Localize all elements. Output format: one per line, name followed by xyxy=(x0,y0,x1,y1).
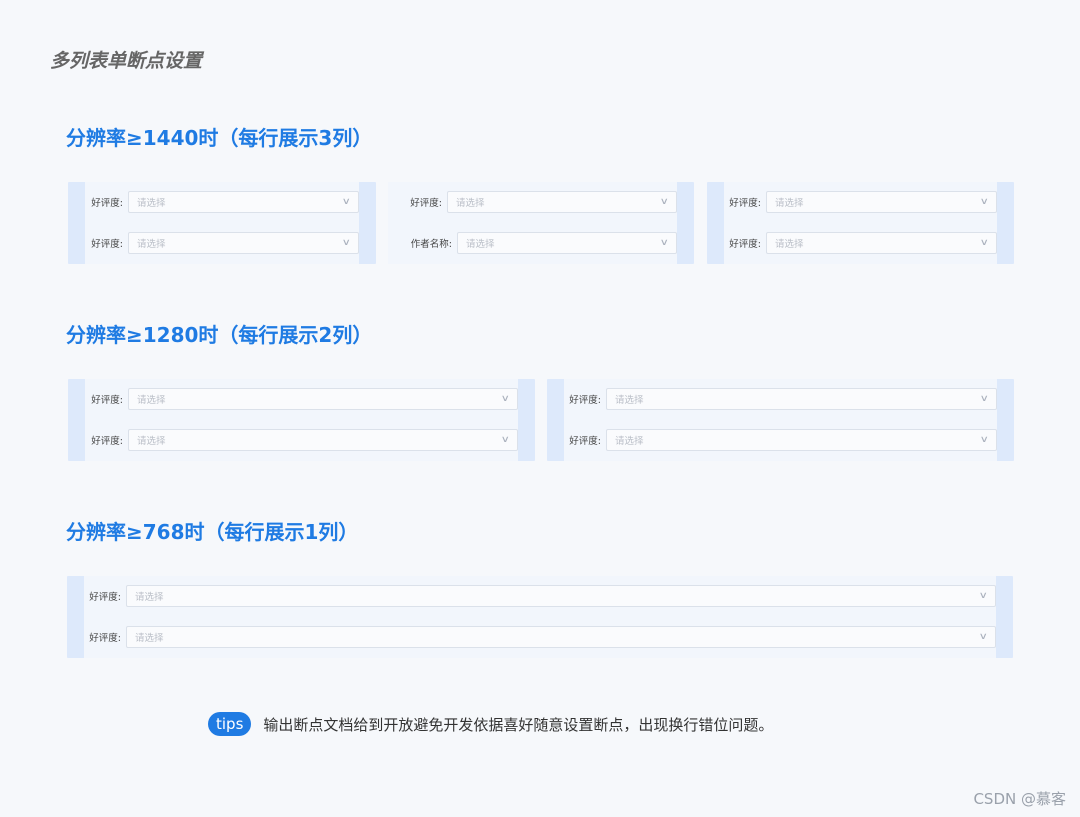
tips-text: 输出断点文档给到开放避免开发依据喜好随意设置断点，出现换行错位问题。 xyxy=(263,715,774,734)
rating-select[interactable]: 请选择 ∨ xyxy=(128,232,359,254)
chevron-down-icon: ∨ xyxy=(980,197,990,207)
chevron-down-icon: ∨ xyxy=(501,394,511,404)
form-row: 好评度: 请选择 ∨ xyxy=(76,428,518,452)
field-label: 好评度: xyxy=(89,633,121,644)
form-row: 好评度: 请选择 ∨ xyxy=(715,190,997,214)
select-placeholder: 请选择 xyxy=(615,395,644,406)
field-label: 好评度: xyxy=(91,395,123,406)
field-label: 作者名称: xyxy=(410,239,452,250)
select-placeholder: 请选择 xyxy=(615,436,644,447)
form-group-1440-col3: 好评度: 请选择 ∨ 好评度: 请选择 ∨ xyxy=(707,182,1014,264)
field-label: 好评度: xyxy=(569,436,601,447)
field-label: 好评度: xyxy=(91,239,123,250)
field-label: 好评度: xyxy=(89,592,121,603)
tips-note: tips 输出断点文档给到开放避免开发依据喜好随意设置断点，出现换行错位问题。 xyxy=(208,712,773,736)
form-row: 好评度: 请选择 ∨ xyxy=(76,387,518,411)
chevron-down-icon: ∨ xyxy=(980,238,990,248)
field-label: 好评度: xyxy=(91,436,123,447)
select-placeholder: 请选择 xyxy=(466,239,495,250)
select-placeholder: 请选择 xyxy=(137,239,166,250)
select-placeholder: 请选择 xyxy=(137,436,166,447)
chevron-down-icon: ∨ xyxy=(660,238,670,248)
rating-select[interactable]: 请选择 ∨ xyxy=(126,626,996,648)
select-placeholder: 请选择 xyxy=(456,198,485,209)
section-title-1440: 分辨率≥1440时（每行展示3列） xyxy=(66,126,373,150)
rating-select[interactable]: 请选择 ∨ xyxy=(606,388,997,410)
section-title-768: 分辨率≥768时（每行展示1列） xyxy=(66,520,359,544)
rating-select[interactable]: 请选择 ∨ xyxy=(606,429,997,451)
field-label: 好评度: xyxy=(729,198,761,209)
chevron-down-icon: ∨ xyxy=(342,238,352,248)
form-row: 好评度: 请选择 ∨ xyxy=(555,428,997,452)
author-select[interactable]: 请选择 ∨ xyxy=(457,232,677,254)
tips-badge: tips xyxy=(208,712,252,736)
select-placeholder: 请选择 xyxy=(137,198,166,209)
rating-select[interactable]: 请选择 ∨ xyxy=(766,191,997,213)
rating-select[interactable]: 请选择 ∨ xyxy=(766,232,997,254)
rating-select[interactable]: 请选择 ∨ xyxy=(128,191,359,213)
form-group-768-col1: 好评度: 请选择 ∨ 好评度: 请选择 ∨ xyxy=(67,576,1013,658)
form-row: 好评度: 请选择 ∨ xyxy=(715,231,997,255)
rating-select[interactable]: 请选择 ∨ xyxy=(447,191,677,213)
form-row: 好评度: 请选择 ∨ xyxy=(76,231,359,255)
select-placeholder: 请选择 xyxy=(137,395,166,406)
field-label: 好评度: xyxy=(410,198,442,209)
select-placeholder: 请选择 xyxy=(775,198,804,209)
form-row: 作者名称: 请选择 ∨ xyxy=(396,231,677,255)
form-group-1440-col2: 好评度: 请选择 ∨ 作者名称: 请选择 ∨ xyxy=(388,182,694,264)
section-title-1280: 分辨率≥1280时（每行展示2列） xyxy=(66,323,373,347)
chevron-down-icon: ∨ xyxy=(342,197,352,207)
rating-select[interactable]: 请选择 ∨ xyxy=(128,429,518,451)
rating-select[interactable]: 请选择 ∨ xyxy=(128,388,518,410)
chevron-down-icon: ∨ xyxy=(979,591,989,601)
rating-select[interactable]: 请选择 ∨ xyxy=(126,585,996,607)
chevron-down-icon: ∨ xyxy=(501,435,511,445)
page-title: 多列表单断点设置 xyxy=(50,50,203,72)
form-group-1440-col1: 好评度: 请选择 ∨ 好评度: 请选择 ∨ xyxy=(68,182,376,264)
form-row: 好评度: 请选择 ∨ xyxy=(75,584,996,608)
chevron-down-icon: ∨ xyxy=(980,394,990,404)
chevron-down-icon: ∨ xyxy=(979,632,989,642)
form-row: 好评度: 请选择 ∨ xyxy=(75,625,996,649)
select-placeholder: 请选择 xyxy=(775,239,804,250)
watermark: CSDN @慕客 xyxy=(973,790,1066,808)
field-label: 好评度: xyxy=(729,239,761,250)
field-label: 好评度: xyxy=(91,198,123,209)
form-row: 好评度: 请选择 ∨ xyxy=(76,190,359,214)
form-group-1280-col1: 好评度: 请选择 ∨ 好评度: 请选择 ∨ xyxy=(68,379,535,461)
form-group-1280-col2: 好评度: 请选择 ∨ 好评度: 请选择 ∨ xyxy=(547,379,1014,461)
form-row: 好评度: 请选择 ∨ xyxy=(396,190,677,214)
form-row: 好评度: 请选择 ∨ xyxy=(555,387,997,411)
chevron-down-icon: ∨ xyxy=(980,435,990,445)
select-placeholder: 请选择 xyxy=(135,633,164,644)
field-label: 好评度: xyxy=(569,395,601,406)
select-placeholder: 请选择 xyxy=(135,592,164,603)
chevron-down-icon: ∨ xyxy=(660,197,670,207)
